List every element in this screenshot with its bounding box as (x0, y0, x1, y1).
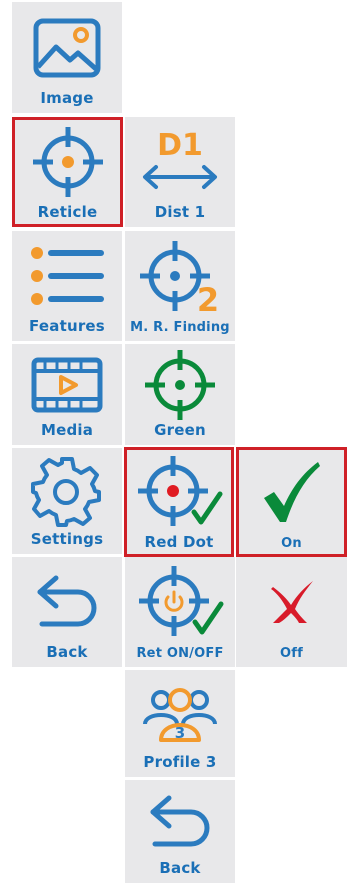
back-arrow-icon (125, 786, 235, 857)
menu-item-label: Back (159, 859, 201, 877)
menu-item-back[interactable]: Back (12, 557, 122, 667)
reticle-2-icon: 2 (125, 237, 235, 319)
checkmark-icon (239, 453, 344, 531)
distance-badge: D1 (157, 128, 203, 163)
menu-item-label: Settings (30, 530, 104, 548)
back-arrow-icon (12, 563, 122, 641)
menu-item-label: Ret ON/OFF (136, 646, 224, 661)
menu-item-label: Media (40, 421, 94, 439)
menu-item-m-r-finding[interactable]: 2 M. R. Finding (125, 231, 235, 341)
menu-item-label: M. R. Finding (130, 320, 230, 335)
list-icon (12, 237, 122, 315)
menu-item-label: Green (154, 421, 206, 439)
menu-item-label: Dist 1 (154, 203, 206, 221)
reticle-power-icon (125, 563, 235, 641)
reticle-icon (15, 123, 120, 201)
menu-item-label: Reticle (37, 203, 98, 221)
profile-group-icon: 3 (125, 676, 235, 751)
menu-item-reticle[interactable]: Reticle (12, 117, 123, 227)
red-dot-reticle-icon (127, 453, 231, 531)
menu-item-media[interactable]: Media (12, 344, 122, 445)
film-icon (12, 350, 122, 419)
menu-item-features[interactable]: Features (12, 231, 122, 341)
menu-item-off[interactable]: Off (236, 557, 347, 667)
menu-item-green[interactable]: Green (125, 344, 235, 445)
gear-icon (12, 454, 122, 528)
menu-item-dist-1[interactable]: D1 Dist 1 (125, 117, 235, 227)
menu-item-red-dot[interactable]: Red Dot (124, 447, 234, 557)
menu-item-back-2[interactable]: Back (125, 780, 235, 883)
distance-icon: D1 (125, 123, 235, 201)
menu-item-label: Image (40, 89, 94, 107)
profile-number-badge: 2 (197, 281, 219, 319)
menu-item-label: On (281, 536, 302, 551)
profile-badge: 3 (175, 724, 185, 742)
green-reticle-icon (125, 349, 235, 420)
cross-icon (236, 563, 347, 641)
menu-item-profile-3[interactable]: 3 Profile 3 (125, 670, 235, 777)
image-icon (12, 8, 122, 87)
menu-item-label: Back (46, 643, 88, 661)
menu-item-settings[interactable]: Settings (12, 448, 122, 554)
menu-item-image[interactable]: Image (12, 2, 122, 113)
menu-item-ret-on-off[interactable]: Ret ON/OFF (125, 557, 235, 667)
menu-item-on[interactable]: On (236, 447, 347, 557)
menu-item-label: Off (280, 646, 303, 661)
menu-item-label: Features (29, 317, 105, 335)
menu-item-label: Profile 3 (143, 753, 217, 771)
menu-item-label: Red Dot (144, 533, 214, 551)
